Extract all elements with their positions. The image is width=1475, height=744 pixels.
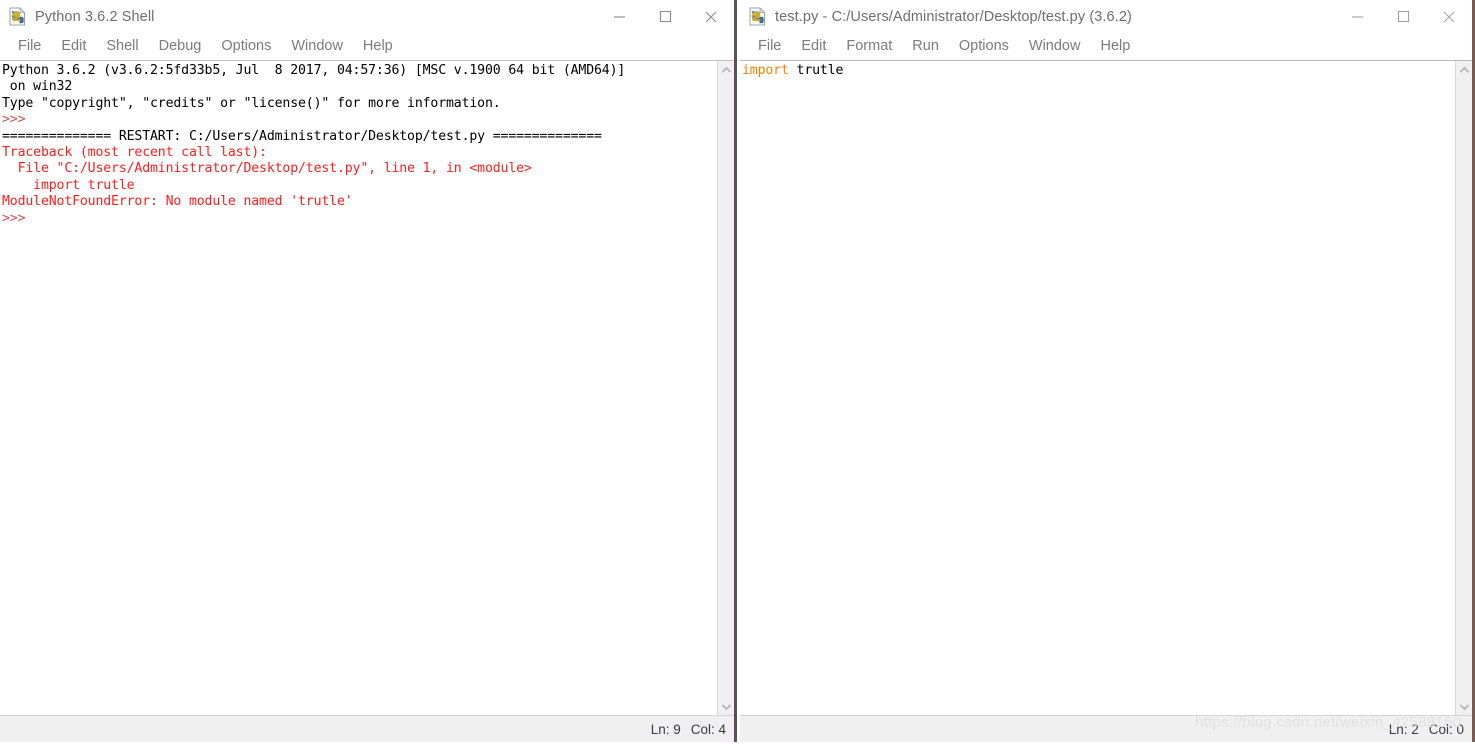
shell-text-region: Python 3.6.2 (v3.6.2:5fd33b5, Jul 8 2017… <box>0 60 734 715</box>
chevron-down-icon[interactable] <box>718 698 735 715</box>
python-idle-icon <box>748 7 767 26</box>
chevron-up-icon[interactable] <box>1456 61 1473 78</box>
editor-window-controls <box>1334 0 1472 33</box>
shell-menubar[interactable]: File Edit Shell Debug Options Window Hel… <box>0 33 734 60</box>
maximize-icon[interactable] <box>642 0 688 33</box>
editor-vertical-scrollbar[interactable] <box>1455 61 1472 715</box>
menu-shell[interactable]: Shell <box>96 33 148 60</box>
editor-title-text: test.py - C:/Users/Administrator/Desktop… <box>775 8 1132 25</box>
editor-titlebar[interactable]: test.py - C:/Users/Administrator/Desktop… <box>740 0 1472 33</box>
shell-vertical-scrollbar[interactable] <box>717 61 734 715</box>
code-token: trutle <box>788 63 844 78</box>
code-token: >>> <box>2 210 26 226</box>
code-line: import trutle <box>2 178 717 194</box>
code-line: >>> <box>2 211 717 227</box>
menu-edit[interactable]: Edit <box>51 33 96 60</box>
shell-scroll-track[interactable] <box>718 78 735 698</box>
menu-help[interactable]: Help <box>353 33 403 60</box>
minimize-icon[interactable] <box>596 0 642 33</box>
chevron-up-icon[interactable] <box>718 61 735 78</box>
editor-line-indicator: Ln: 2 <box>1388 721 1419 737</box>
close-icon[interactable] <box>1426 0 1472 33</box>
code-line: ModuleNotFoundError: No module named 'tr… <box>2 194 717 210</box>
menu-file[interactable]: File <box>8 33 51 60</box>
menu-format[interactable]: Format <box>836 33 902 60</box>
editor-code-text[interactable]: import trutle <box>740 61 1455 715</box>
maximize-icon[interactable] <box>1380 0 1426 33</box>
shell-col-indicator: Col: 4 <box>690 721 726 737</box>
menu-options[interactable]: Options <box>211 33 281 60</box>
code-token: >>> <box>2 112 26 128</box>
code-token: Type "copyright", "credits" or "license(… <box>2 95 501 111</box>
shell-statusbar: Ln: 9 Col: 4 <box>0 715 734 742</box>
menu-window[interactable]: Window <box>1019 33 1091 60</box>
shell-line-indicator: Ln: 9 <box>650 721 681 737</box>
code-token: import <box>742 63 789 78</box>
menu-options[interactable]: Options <box>949 33 1019 60</box>
shell-titlebar[interactable]: Python 3.6.2 Shell <box>0 0 734 33</box>
menu-file[interactable]: File <box>748 33 791 60</box>
code-line: Traceback (most recent call last): <box>2 145 717 161</box>
code-line: import trutle <box>742 63 1455 79</box>
menu-help[interactable]: Help <box>1090 33 1140 60</box>
shell-window-controls <box>596 0 734 33</box>
menu-edit[interactable]: Edit <box>791 33 836 60</box>
close-icon[interactable] <box>688 0 734 33</box>
code-token: ModuleNotFoundError: No module named 'tr… <box>2 194 353 210</box>
code-line: File "C:/Users/Administrator/Desktop/tes… <box>2 161 717 177</box>
editor-text-region: import trutle <box>740 60 1472 715</box>
code-line: on win32 <box>2 79 717 95</box>
code-line: ============== RESTART: C:/Users/Adminis… <box>2 129 717 145</box>
code-line: Python 3.6.2 (v3.6.2:5fd33b5, Jul 8 2017… <box>2 63 717 79</box>
code-token: Python 3.6.2 (v3.6.2:5fd33b5, Jul 8 2017… <box>2 63 626 78</box>
code-token: ============== RESTART: C:/Users/Adminis… <box>2 128 602 144</box>
desktop-background: Python 3.6.2 Shell File Edit Shell Debug… <box>0 0 1475 744</box>
code-token: File "C:/Users/Administrator/Desktop/tes… <box>2 161 532 177</box>
menu-run[interactable]: Run <box>902 33 949 60</box>
code-token: import trutle <box>2 177 135 193</box>
chevron-down-icon[interactable] <box>1456 698 1473 715</box>
python-editor-window[interactable]: test.py - C:/Users/Administrator/Desktop… <box>740 0 1475 744</box>
code-token: Traceback (most recent call last): <box>2 145 267 161</box>
code-line: >>> <box>2 112 717 128</box>
python-idle-icon <box>8 7 27 26</box>
python-shell-window[interactable]: Python 3.6.2 Shell File Edit Shell Debug… <box>0 0 737 744</box>
minimize-icon[interactable] <box>1334 0 1380 33</box>
editor-menubar[interactable]: File Edit Format Run Options Window Help <box>740 33 1472 60</box>
menu-window[interactable]: Window <box>281 33 353 60</box>
shell-output-text[interactable]: Python 3.6.2 (v3.6.2:5fd33b5, Jul 8 2017… <box>0 61 717 715</box>
code-token: on win32 <box>2 79 73 95</box>
code-line: Type "copyright", "credits" or "license(… <box>2 96 717 112</box>
menu-debug[interactable]: Debug <box>149 33 212 60</box>
editor-statusbar: Ln: 2 Col: 0 <box>740 715 1472 742</box>
shell-title-text: Python 3.6.2 Shell <box>35 8 155 25</box>
editor-scroll-track[interactable] <box>1456 78 1473 698</box>
editor-col-indicator: Col: 0 <box>1428 721 1464 737</box>
